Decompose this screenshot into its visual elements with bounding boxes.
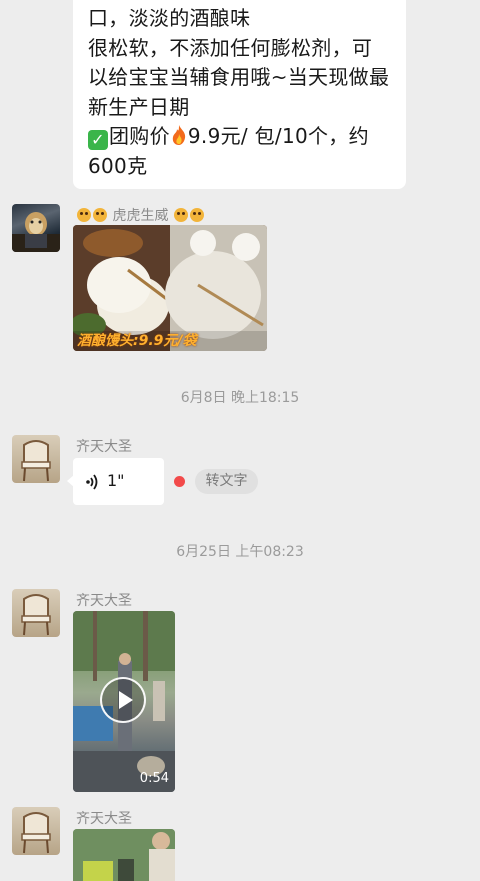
sender-name: 齐天大圣 bbox=[76, 811, 132, 827]
fire-icon bbox=[172, 125, 186, 145]
timestamp: 6月8日 晚上18:15 bbox=[180, 390, 300, 406]
image-caption: 酒酿馒头:9.9元/袋 bbox=[77, 333, 197, 349]
tiger-emoji-icon bbox=[93, 208, 107, 222]
food-image-message[interactable]: 酒酿馒头:9.9元/袋 bbox=[73, 225, 267, 351]
price-value: 9.9元/ 包/10个，约 bbox=[187, 124, 369, 148]
play-icon[interactable] bbox=[100, 677, 146, 723]
avatar[interactable] bbox=[12, 204, 60, 252]
message-line: 新生产日期 bbox=[88, 94, 190, 119]
chair-avatar-icon bbox=[21, 594, 51, 636]
message-line: 口，淡淡的酒酿味 bbox=[88, 6, 251, 30]
message-line: 很松软，不添加任何膨松剂，可 bbox=[88, 35, 373, 60]
tiger-emoji-icon bbox=[77, 208, 91, 222]
avatar[interactable] bbox=[12, 589, 60, 637]
check-mark-icon: ✓ bbox=[88, 130, 108, 150]
message-line: 以给宝宝当辅食用哦~当天现做最 bbox=[88, 65, 390, 89]
sender-name: 齐天大圣 bbox=[76, 593, 132, 609]
price-label: 团购价 bbox=[109, 124, 170, 148]
text-message-bubble[interactable]: 口，淡淡的酒酿味 很松软，不添加任何膨松剂，可 以给宝宝当辅食用哦~当天现做最 … bbox=[73, 0, 406, 189]
sender-name-row: 虎虎生威 bbox=[76, 205, 205, 225]
sender-name: 齐天大圣 bbox=[76, 439, 132, 455]
chair-avatar-icon bbox=[21, 812, 51, 854]
timestamp: 6月25日 上午08:23 bbox=[176, 544, 304, 560]
price-line: ✓ 团购价 9.9元/ 包/10个，约 bbox=[88, 122, 392, 152]
avatar[interactable] bbox=[12, 807, 60, 855]
tiger-emoji-icon bbox=[189, 208, 204, 222]
to-text-button[interactable]: 转文字 bbox=[195, 469, 258, 494]
video-duration: 0:54 bbox=[139, 771, 169, 786]
video-message[interactable]: 0:54 bbox=[73, 611, 175, 792]
image-message[interactable] bbox=[73, 829, 175, 881]
unread-dot bbox=[174, 476, 185, 487]
avatar[interactable] bbox=[12, 435, 60, 483]
voice-duration: 1" bbox=[107, 471, 125, 490]
sender-name: 虎虎生威 bbox=[112, 208, 169, 224]
weight-line: 600克 bbox=[88, 153, 148, 178]
voice-wave-icon bbox=[86, 474, 98, 490]
chair-avatar-icon bbox=[21, 440, 51, 482]
photo-thumbnail bbox=[73, 829, 175, 881]
voice-message[interactable]: 1" bbox=[73, 458, 164, 505]
tiger-emoji-icon bbox=[173, 208, 188, 222]
tiger-avatar-icon bbox=[12, 212, 60, 252]
